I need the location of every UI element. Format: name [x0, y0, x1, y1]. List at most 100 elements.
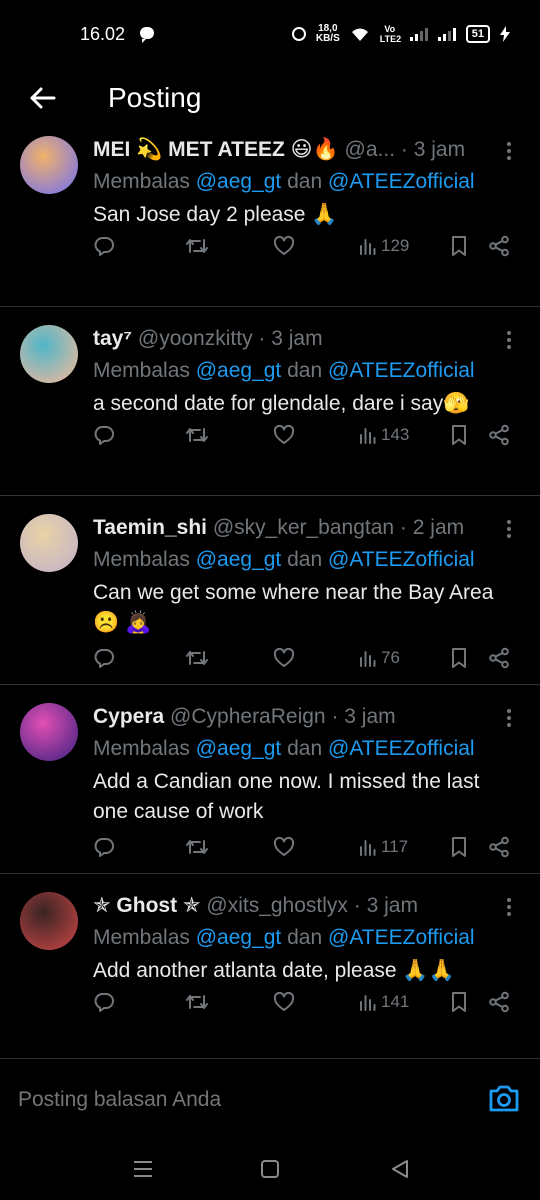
heart-icon[interactable] — [273, 987, 295, 1017]
reply-tweet[interactable]: ✯ Ghost ✯ @xits_ghostlyx · 3 jam Membalas… — [0, 874, 540, 1058]
heart-icon[interactable] — [273, 643, 295, 673]
views-button[interactable]: 143 — [359, 420, 409, 450]
mention-link[interactable]: @aeg_gt — [196, 548, 282, 571]
mention-link[interactable]: @ATEEZofficial — [328, 926, 475, 949]
tweet-author-row: ✯ Ghost ✯ @xits_ghostlyx · 3 jam — [93, 892, 500, 920]
views-count: 76 — [381, 648, 400, 667]
system-navigation-bar — [0, 1138, 540, 1200]
mention-link[interactable]: @ATEEZofficial — [328, 359, 475, 382]
recents-icon[interactable] — [128, 1156, 158, 1182]
reply-icon[interactable] — [93, 643, 115, 673]
reply-icon[interactable] — [93, 231, 115, 261]
views-button[interactable]: 117 — [359, 832, 408, 862]
user-handle[interactable]: @xits_ghostlyx — [206, 894, 348, 917]
reply-tweet[interactable]: Taemin_shi @sky_ker_bangtan · 2 jam Memba… — [0, 496, 540, 685]
display-name[interactable]: tay⁷ — [93, 327, 132, 350]
reply-tweet[interactable]: tay⁷ @yoonzkitty · 3 jam Membalas @aeg_gt… — [0, 307, 540, 496]
reply-input[interactable] — [18, 1085, 438, 1115]
conjunction: dan — [287, 926, 323, 949]
retweet-icon[interactable] — [185, 231, 209, 261]
heart-icon[interactable] — [273, 420, 295, 450]
post-time: 3 jam — [344, 705, 396, 728]
share-icon[interactable] — [488, 987, 510, 1017]
share-icon[interactable] — [488, 420, 510, 450]
avatar[interactable] — [20, 136, 78, 194]
replying-to-label: Membalas — [93, 548, 190, 571]
heart-icon[interactable] — [273, 832, 295, 862]
more-vertical-icon[interactable] — [506, 331, 512, 351]
share-icon[interactable] — [488, 231, 510, 261]
retweet-icon[interactable] — [185, 420, 209, 450]
user-handle[interactable]: @a... — [345, 138, 396, 161]
tweet-actions: 143 — [93, 420, 520, 450]
user-handle[interactable]: @sky_ker_bangtan — [213, 516, 394, 539]
reply-tweet[interactable]: MEI 💫 MET ATEEZ 😃🔥 @a... · 3 jam Membalas… — [0, 136, 540, 307]
retweet-icon[interactable] — [185, 832, 209, 862]
mention-link[interactable]: @aeg_gt — [196, 359, 282, 382]
tweet-author-row: tay⁷ @yoonzkitty · 3 jam — [93, 325, 500, 353]
bookmark-icon[interactable] — [449, 832, 469, 862]
views-bar-chart-icon — [359, 993, 377, 1011]
home-icon[interactable] — [255, 1156, 285, 1182]
mention-link[interactable]: @ATEEZofficial — [328, 170, 475, 193]
retweet-icon[interactable] — [185, 643, 209, 673]
battery-level: 51 — [465, 25, 490, 43]
more-vertical-icon[interactable] — [506, 709, 512, 729]
avatar[interactable] — [20, 703, 78, 761]
mention-link[interactable]: @aeg_gt — [196, 170, 282, 193]
display-name[interactable]: ✯ Ghost ✯ — [93, 894, 201, 917]
mention-link[interactable]: @ATEEZofficial — [328, 737, 475, 760]
display-name[interactable]: MEI 💫 MET ATEEZ 😃🔥 — [93, 138, 339, 161]
user-handle[interactable]: @yoonzkitty — [138, 327, 253, 350]
network-speed: 18,0 KB/S — [316, 24, 340, 44]
more-vertical-icon[interactable] — [506, 520, 512, 540]
views-button[interactable]: 129 — [359, 231, 409, 261]
reply-icon[interactable] — [93, 987, 115, 1017]
mention-link[interactable]: @aeg_gt — [196, 926, 282, 949]
avatar[interactable] — [20, 325, 78, 383]
tweet-author-row: Taemin_shi @sky_ker_bangtan · 2 jam — [93, 514, 500, 542]
tweet-author-row: MEI 💫 MET ATEEZ 😃🔥 @a... · 3 jam — [93, 136, 500, 164]
replies-feed[interactable]: MEI 💫 MET ATEEZ 😃🔥 @a... · 3 jam Membalas… — [0, 136, 540, 1058]
more-vertical-icon[interactable] — [506, 898, 512, 918]
volte-label: Vo LTE2 — [379, 24, 402, 44]
arrow-left-icon[interactable] — [26, 82, 58, 114]
replying-to-line: Membalas @aeg_gt dan @ATEEZofficial — [93, 357, 475, 385]
tweet-actions: 141 — [93, 987, 520, 1017]
display-name[interactable]: Taemin_shi — [93, 516, 207, 539]
reply-icon[interactable] — [93, 420, 115, 450]
tweet-text: Add another atlanta date, please 🙏🙏 — [93, 959, 455, 982]
status-time: 16.02 — [80, 24, 126, 44]
display-name[interactable]: Cypera — [93, 705, 164, 728]
post-time: 3 jam — [413, 138, 466, 161]
views-button[interactable]: 141 — [359, 987, 409, 1017]
wifi-icon — [351, 28, 368, 41]
separator-dot: · — [347, 894, 367, 917]
bookmark-icon[interactable] — [449, 231, 469, 261]
separator-dot: · — [325, 705, 345, 728]
replying-to-label: Membalas — [93, 926, 190, 949]
share-icon[interactable] — [488, 832, 510, 862]
reply-icon[interactable] — [93, 832, 115, 862]
mention-link[interactable]: @aeg_gt — [196, 737, 282, 760]
avatar[interactable] — [20, 892, 78, 950]
replying-to-line: Membalas @aeg_gt dan @ATEEZofficial — [93, 546, 475, 574]
views-button[interactable]: 76 — [359, 643, 400, 673]
bookmark-icon[interactable] — [449, 420, 469, 450]
heart-icon[interactable] — [273, 231, 295, 261]
more-vertical-icon[interactable] — [506, 142, 512, 162]
separator-dot: · — [252, 327, 272, 350]
bookmark-icon[interactable] — [449, 987, 469, 1017]
views-count: 117 — [381, 837, 409, 856]
reply-tweet[interactable]: Cypera @CypheraReign · 3 jam Membalas @ae… — [0, 685, 540, 874]
mention-link[interactable]: @ATEEZofficial — [328, 548, 475, 571]
bookmark-icon[interactable] — [449, 643, 469, 673]
user-handle[interactable]: @CypheraReign — [170, 705, 326, 728]
share-icon[interactable] — [488, 643, 510, 673]
replies-list: MEI 💫 MET ATEEZ 😃🔥 @a... · 3 jam Membalas… — [0, 136, 540, 1058]
camera-icon[interactable] — [488, 1083, 520, 1113]
post-time: 3 jam — [271, 327, 323, 350]
back-triangle-icon[interactable] — [385, 1156, 415, 1182]
avatar[interactable] — [20, 514, 78, 572]
retweet-icon[interactable] — [185, 987, 209, 1017]
